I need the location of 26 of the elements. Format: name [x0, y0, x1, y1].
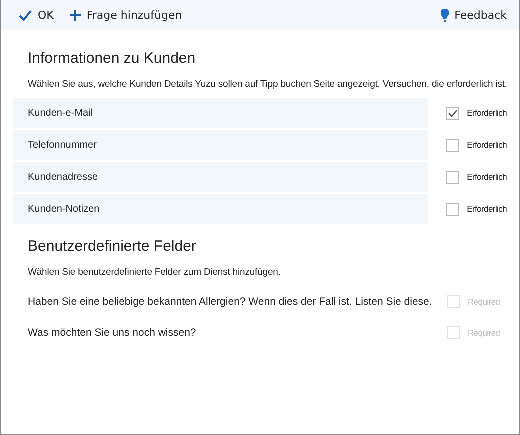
section-title: Benutzerdefinierte Felder — [28, 238, 198, 255]
required-checkbox[interactable] — [446, 106, 460, 120]
field-row: Kunden-Notizen — [13, 194, 428, 224]
section-description: Wählen Sie benutzerdefinierte Felder zum Dienst hinzufügen. — [28, 267, 282, 278]
required-label: Erforderlich — [467, 172, 507, 182]
required-label: Erforderlich — [467, 204, 507, 214]
required-checkbox[interactable] — [446, 202, 460, 216]
required-checkbox[interactable] — [446, 170, 460, 184]
section-description: Wählen Sie aus, welche Kunden Details Yuzu sollen auf Tipp buchen Seite angezeigt. Versuchen, die erforderlich ist. — [28, 79, 507, 90]
field-row: Kundenadresse — [13, 162, 428, 192]
checkmark-icon — [19, 10, 32, 20]
field-row: Telefonnummer — [13, 130, 428, 160]
question-label: Haben Sie eine beliebige bekannten Allergien? Wenn dies der Fall ist. Listen Sie diese. — [27, 296, 434, 308]
required-label: Required — [468, 328, 500, 338]
lightbulb-icon — [440, 8, 449, 22]
field-row: Kunden-e-Mail — [13, 98, 428, 128]
required-label: Required — [468, 296, 500, 306]
plus-icon — [70, 10, 81, 20]
question-label: Was möchten Sie uns noch wissen? — [27, 326, 198, 338]
required-label: Erforderlich — [467, 108, 507, 118]
required-checkbox[interactable] — [446, 138, 460, 152]
toolbar-button[interactable]: Frage hinzufügen — [70, 6, 182, 24]
required-label: Erforderlich — [467, 140, 507, 150]
section-title: Informationen zu Kunden — [28, 50, 197, 67]
toolbar-button[interactable]: OK — [19, 6, 54, 24]
feedback-button[interactable]: Feedback — [440, 6, 507, 24]
